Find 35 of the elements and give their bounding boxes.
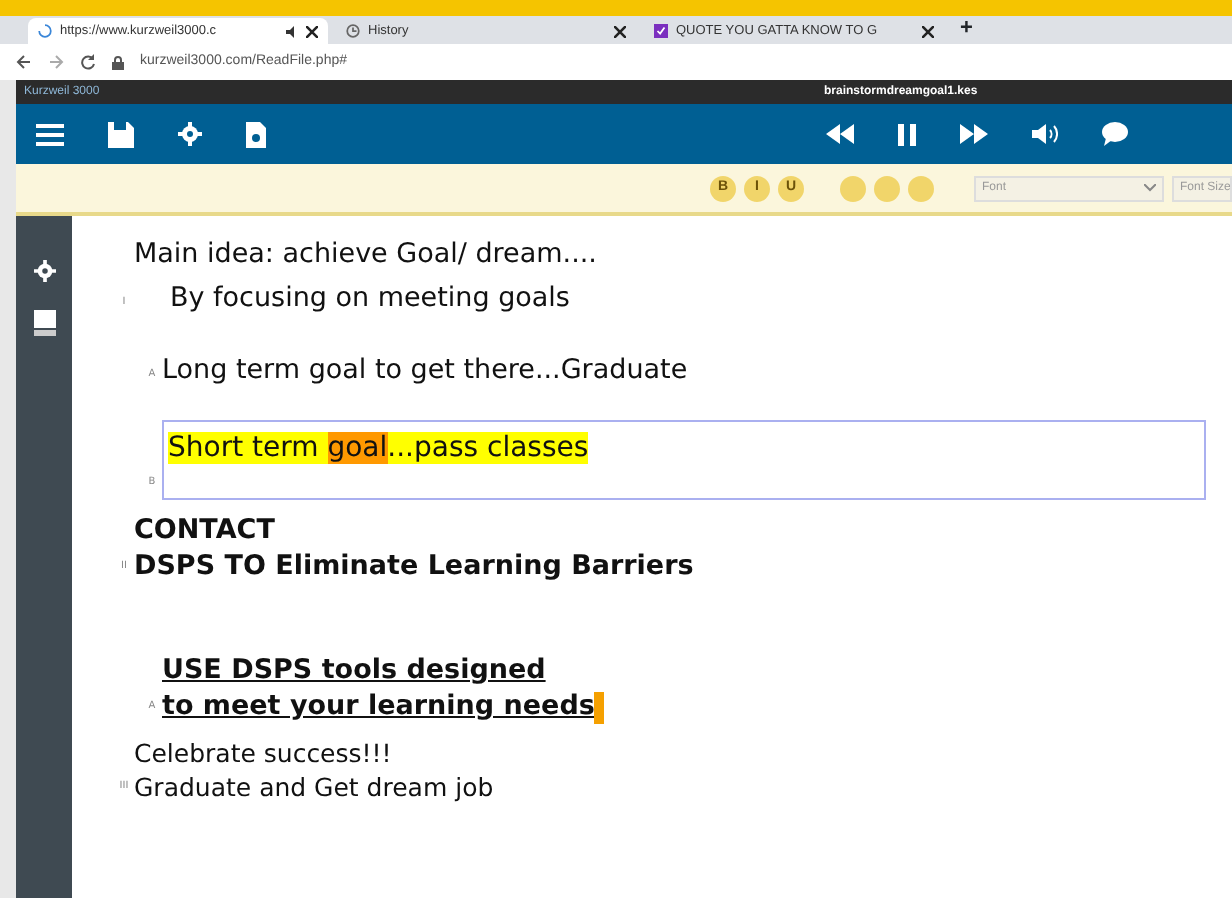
site-icon bbox=[654, 24, 668, 38]
text-line: Celebrate success!!! bbox=[134, 736, 394, 770]
rewind-icon[interactable] bbox=[826, 124, 854, 144]
text-cursor bbox=[594, 692, 605, 724]
close-icon[interactable] bbox=[614, 25, 626, 37]
text-line: USE DSPS tools designed bbox=[162, 652, 548, 688]
highlighted-text: Short term bbox=[168, 432, 328, 464]
text-line: Graduate and Get dream job bbox=[134, 770, 494, 804]
clock-icon bbox=[346, 24, 360, 38]
text-line: CONTACT bbox=[134, 512, 277, 548]
highlighted-text: ...pass classes bbox=[387, 432, 589, 464]
text-box[interactable]: Short term goal...pass classes bbox=[162, 420, 1206, 500]
speaker-icon[interactable] bbox=[286, 25, 298, 37]
text-line: to meet your learning needs bbox=[162, 688, 595, 724]
fast-forward-icon[interactable] bbox=[960, 124, 988, 144]
loading-icon bbox=[38, 24, 52, 38]
back-icon[interactable] bbox=[16, 54, 32, 70]
new-tab-button[interactable]: + bbox=[952, 11, 981, 44]
close-icon[interactable] bbox=[922, 25, 934, 37]
text-line: By focusing on meeting goals bbox=[170, 280, 572, 318]
reload-icon[interactable] bbox=[80, 54, 96, 70]
document-icon[interactable] bbox=[246, 121, 266, 147]
lock-icon bbox=[112, 55, 124, 69]
highlighted-text: goal bbox=[327, 432, 388, 464]
caret-icon bbox=[1144, 184, 1156, 192]
text-line: Main idea: achieve Goal/ dream.... bbox=[134, 236, 597, 274]
document-icon[interactable] bbox=[33, 310, 55, 336]
close-icon[interactable] bbox=[306, 25, 318, 37]
text-line: DSPS TO Eliminate Learning Barriers bbox=[134, 548, 694, 584]
chat-icon[interactable] bbox=[1102, 122, 1128, 146]
text-line: Long term goal to get there...Graduate bbox=[162, 352, 688, 390]
menu-icon[interactable] bbox=[36, 123, 64, 145]
pause-icon[interactable] bbox=[898, 123, 916, 145]
volume-icon[interactable] bbox=[1032, 124, 1058, 144]
save-icon[interactable] bbox=[108, 121, 134, 147]
